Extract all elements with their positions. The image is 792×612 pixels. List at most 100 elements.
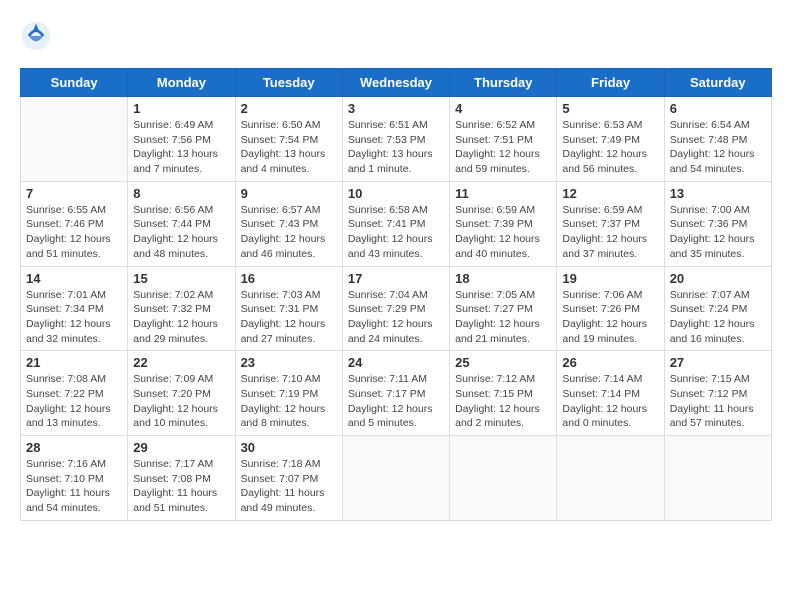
calendar-day-cell: 2Sunrise: 6:50 AM Sunset: 7:54 PM Daylig… [235,97,342,182]
calendar-day-cell: 9Sunrise: 6:57 AM Sunset: 7:43 PM Daylig… [235,181,342,266]
calendar-header-row: SundayMondayTuesdayWednesdayThursdayFrid… [21,69,772,97]
day-number: 10 [348,186,444,201]
day-info: Sunrise: 7:08 AM Sunset: 7:22 PM Dayligh… [26,372,122,431]
day-number: 27 [670,355,766,370]
calendar-day-cell: 24 Sunrise: 7:11 AM Sunset: 7:17 PM Dayli… [342,351,449,436]
day-info: Sunrise: 7:12 AM Sunset: 7:15 PM Dayligh… [455,372,551,431]
day-number: 18 [455,271,551,286]
day-info: Sunrise: 7:15 AM Sunset: 7:12 PM Dayligh… [670,372,766,431]
day-info: Sunrise: 6:59 AM Sunset: 7:39 PM Dayligh… [455,203,551,262]
calendar-day-cell: 18 Sunrise: 7:05 AM Sunset: 7:27 PM Dayli… [450,266,557,351]
day-number: 6 [670,101,766,116]
page-header [20,20,772,52]
calendar-day-cell: 19 Sunrise: 7:06 AM Sunset: 7:26 PM Dayli… [557,266,664,351]
day-info: Sunrise: 7:18 AM Sunset: 7:07 PM Dayligh… [241,457,337,516]
day-number: 3 [348,101,444,116]
calendar-week-row: 1 Sunrise: 6:49 AM Sunset: 7:56 PM Daylig… [21,97,772,182]
day-info: Sunrise: 6:53 AM Sunset: 7:49 PM Dayligh… [562,118,658,177]
day-number: 1 [133,101,229,116]
day-info: Sunrise: 6:52 AM Sunset: 7:51 PM Dayligh… [455,118,551,177]
calendar-day-cell: 26 Sunrise: 7:14 AM Sunset: 7:14 PM Dayli… [557,351,664,436]
day-info: Sunrise: 6:56 AM Sunset: 7:44 PM Dayligh… [133,203,229,262]
calendar-day-cell: 14 Sunrise: 7:01 AM Sunset: 7:34 PM Dayli… [21,266,128,351]
day-of-week-header: Tuesday [235,69,342,97]
day-info: Sunrise: 6:50 AM Sunset: 7:54 PM Dayligh… [241,118,337,177]
day-number: 21 [26,355,122,370]
day-info: Sunrise: 7:14 AM Sunset: 7:14 PM Dayligh… [562,372,658,431]
day-number: 11 [455,186,551,201]
calendar-week-row: 7Sunrise: 6:55 AM Sunset: 7:46 PM Daylig… [21,181,772,266]
calendar-day-cell [664,436,771,521]
day-of-week-header: Friday [557,69,664,97]
day-of-week-header: Saturday [664,69,771,97]
day-info: Sunrise: 7:06 AM Sunset: 7:26 PM Dayligh… [562,288,658,347]
logo-icon [20,20,52,52]
day-info: Sunrise: 7:00 AM Sunset: 7:36 PM Dayligh… [670,203,766,262]
day-number: 30 [241,440,337,455]
day-info: Sunrise: 7:16 AM Sunset: 7:10 PM Dayligh… [26,457,122,516]
day-number: 14 [26,271,122,286]
calendar-day-cell [450,436,557,521]
day-number: 16 [241,271,337,286]
calendar-day-cell: 22 Sunrise: 7:09 AM Sunset: 7:20 PM Dayli… [128,351,235,436]
day-of-week-header: Monday [128,69,235,97]
calendar-day-cell: 5 Sunrise: 6:53 AM Sunset: 7:49 PM Daylig… [557,97,664,182]
calendar-day-cell: 30 Sunrise: 7:18 AM Sunset: 7:07 PM Dayli… [235,436,342,521]
calendar-day-cell: 16 Sunrise: 7:03 AM Sunset: 7:31 PM Dayli… [235,266,342,351]
day-info: Sunrise: 6:49 AM Sunset: 7:56 PM Dayligh… [133,118,229,177]
calendar-day-cell: 13 Sunrise: 7:00 AM Sunset: 7:36 PM Dayli… [664,181,771,266]
day-number: 8 [133,186,229,201]
calendar-day-cell: 28 Sunrise: 7:16 AM Sunset: 7:10 PM Dayli… [21,436,128,521]
day-info: Sunrise: 7:01 AM Sunset: 7:34 PM Dayligh… [26,288,122,347]
calendar-day-cell: 23Sunrise: 7:10 AM Sunset: 7:19 PM Dayli… [235,351,342,436]
calendar-day-cell: 25 Sunrise: 7:12 AM Sunset: 7:15 PM Dayli… [450,351,557,436]
day-number: 25 [455,355,551,370]
calendar-day-cell: 29 Sunrise: 7:17 AM Sunset: 7:08 PM Dayli… [128,436,235,521]
day-info: Sunrise: 7:10 AM Sunset: 7:19 PM Dayligh… [241,372,337,431]
calendar-day-cell: 10Sunrise: 6:58 AM Sunset: 7:41 PM Dayli… [342,181,449,266]
day-number: 24 [348,355,444,370]
day-info: Sunrise: 7:04 AM Sunset: 7:29 PM Dayligh… [348,288,444,347]
day-number: 12 [562,186,658,201]
calendar-day-cell: 20 Sunrise: 7:07 AM Sunset: 7:24 PM Dayli… [664,266,771,351]
day-number: 28 [26,440,122,455]
day-info: Sunrise: 7:03 AM Sunset: 7:31 PM Dayligh… [241,288,337,347]
calendar-week-row: 14 Sunrise: 7:01 AM Sunset: 7:34 PM Dayli… [21,266,772,351]
day-info: Sunrise: 7:17 AM Sunset: 7:08 PM Dayligh… [133,457,229,516]
day-number: 20 [670,271,766,286]
calendar-day-cell: 21 Sunrise: 7:08 AM Sunset: 7:22 PM Dayli… [21,351,128,436]
calendar-day-cell [557,436,664,521]
day-info: Sunrise: 6:51 AM Sunset: 7:53 PM Dayligh… [348,118,444,177]
calendar-day-cell: 12Sunrise: 6:59 AM Sunset: 7:37 PM Dayli… [557,181,664,266]
calendar-day-cell: 27 Sunrise: 7:15 AM Sunset: 7:12 PM Dayli… [664,351,771,436]
day-number: 5 [562,101,658,116]
calendar-day-cell: 17 Sunrise: 7:04 AM Sunset: 7:29 PM Dayli… [342,266,449,351]
calendar-table: SundayMondayTuesdayWednesdayThursdayFrid… [20,68,772,521]
calendar-day-cell: 15 Sunrise: 7:02 AM Sunset: 7:32 PM Dayli… [128,266,235,351]
day-number: 13 [670,186,766,201]
calendar-day-cell: 4Sunrise: 6:52 AM Sunset: 7:51 PM Daylig… [450,97,557,182]
day-number: 29 [133,440,229,455]
day-of-week-header: Thursday [450,69,557,97]
day-number: 22 [133,355,229,370]
calendar-day-cell [342,436,449,521]
day-of-week-header: Wednesday [342,69,449,97]
logo [20,20,56,52]
day-info: Sunrise: 6:54 AM Sunset: 7:48 PM Dayligh… [670,118,766,177]
day-number: 15 [133,271,229,286]
calendar-week-row: 21 Sunrise: 7:08 AM Sunset: 7:22 PM Dayli… [21,351,772,436]
day-number: 17 [348,271,444,286]
day-info: Sunrise: 7:07 AM Sunset: 7:24 PM Dayligh… [670,288,766,347]
calendar-week-row: 28 Sunrise: 7:16 AM Sunset: 7:10 PM Dayli… [21,436,772,521]
calendar-day-cell: 6 Sunrise: 6:54 AM Sunset: 7:48 PM Daylig… [664,97,771,182]
day-info: Sunrise: 7:02 AM Sunset: 7:32 PM Dayligh… [133,288,229,347]
calendar-day-cell: 11 Sunrise: 6:59 AM Sunset: 7:39 PM Dayli… [450,181,557,266]
day-info: Sunrise: 7:11 AM Sunset: 7:17 PM Dayligh… [348,372,444,431]
day-number: 19 [562,271,658,286]
calendar-day-cell: 1 Sunrise: 6:49 AM Sunset: 7:56 PM Daylig… [128,97,235,182]
day-info: Sunrise: 7:09 AM Sunset: 7:20 PM Dayligh… [133,372,229,431]
calendar-day-cell [21,97,128,182]
day-number: 26 [562,355,658,370]
calendar-day-cell: 3 Sunrise: 6:51 AM Sunset: 7:53 PM Daylig… [342,97,449,182]
day-info: Sunrise: 7:05 AM Sunset: 7:27 PM Dayligh… [455,288,551,347]
